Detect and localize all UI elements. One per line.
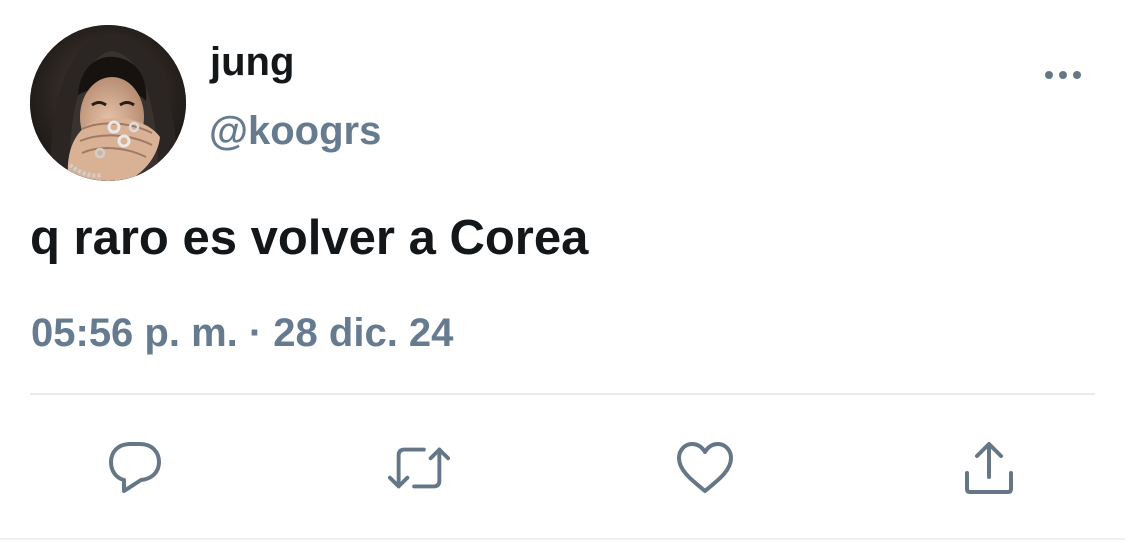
divider (30, 393, 1095, 395)
more-options-button[interactable] (1036, 58, 1090, 92)
retweet-icon (387, 447, 451, 489)
share-icon (965, 442, 1013, 494)
reply-icon (109, 442, 161, 493)
tweet-text: q raro es volver a Corea (30, 211, 589, 265)
user-handle[interactable]: @koogrs (209, 107, 381, 155)
display-name[interactable]: jung (210, 38, 294, 86)
heart-icon (677, 442, 733, 493)
tweet-timestamp[interactable]: 05:56 p. m. · 28 dic. 24 (31, 307, 453, 359)
more-horizontal-icon (1045, 71, 1081, 79)
retweet-button[interactable] (387, 436, 451, 500)
tweet-card: jung @koogrs q raro es volver a Corea 05… (0, 0, 1125, 558)
reply-button[interactable] (103, 436, 167, 500)
like-button[interactable] (673, 436, 737, 500)
avatar[interactable] (30, 25, 186, 181)
profile-photo-icon (30, 25, 186, 181)
bottom-divider (0, 538, 1125, 540)
share-button[interactable] (957, 436, 1021, 500)
